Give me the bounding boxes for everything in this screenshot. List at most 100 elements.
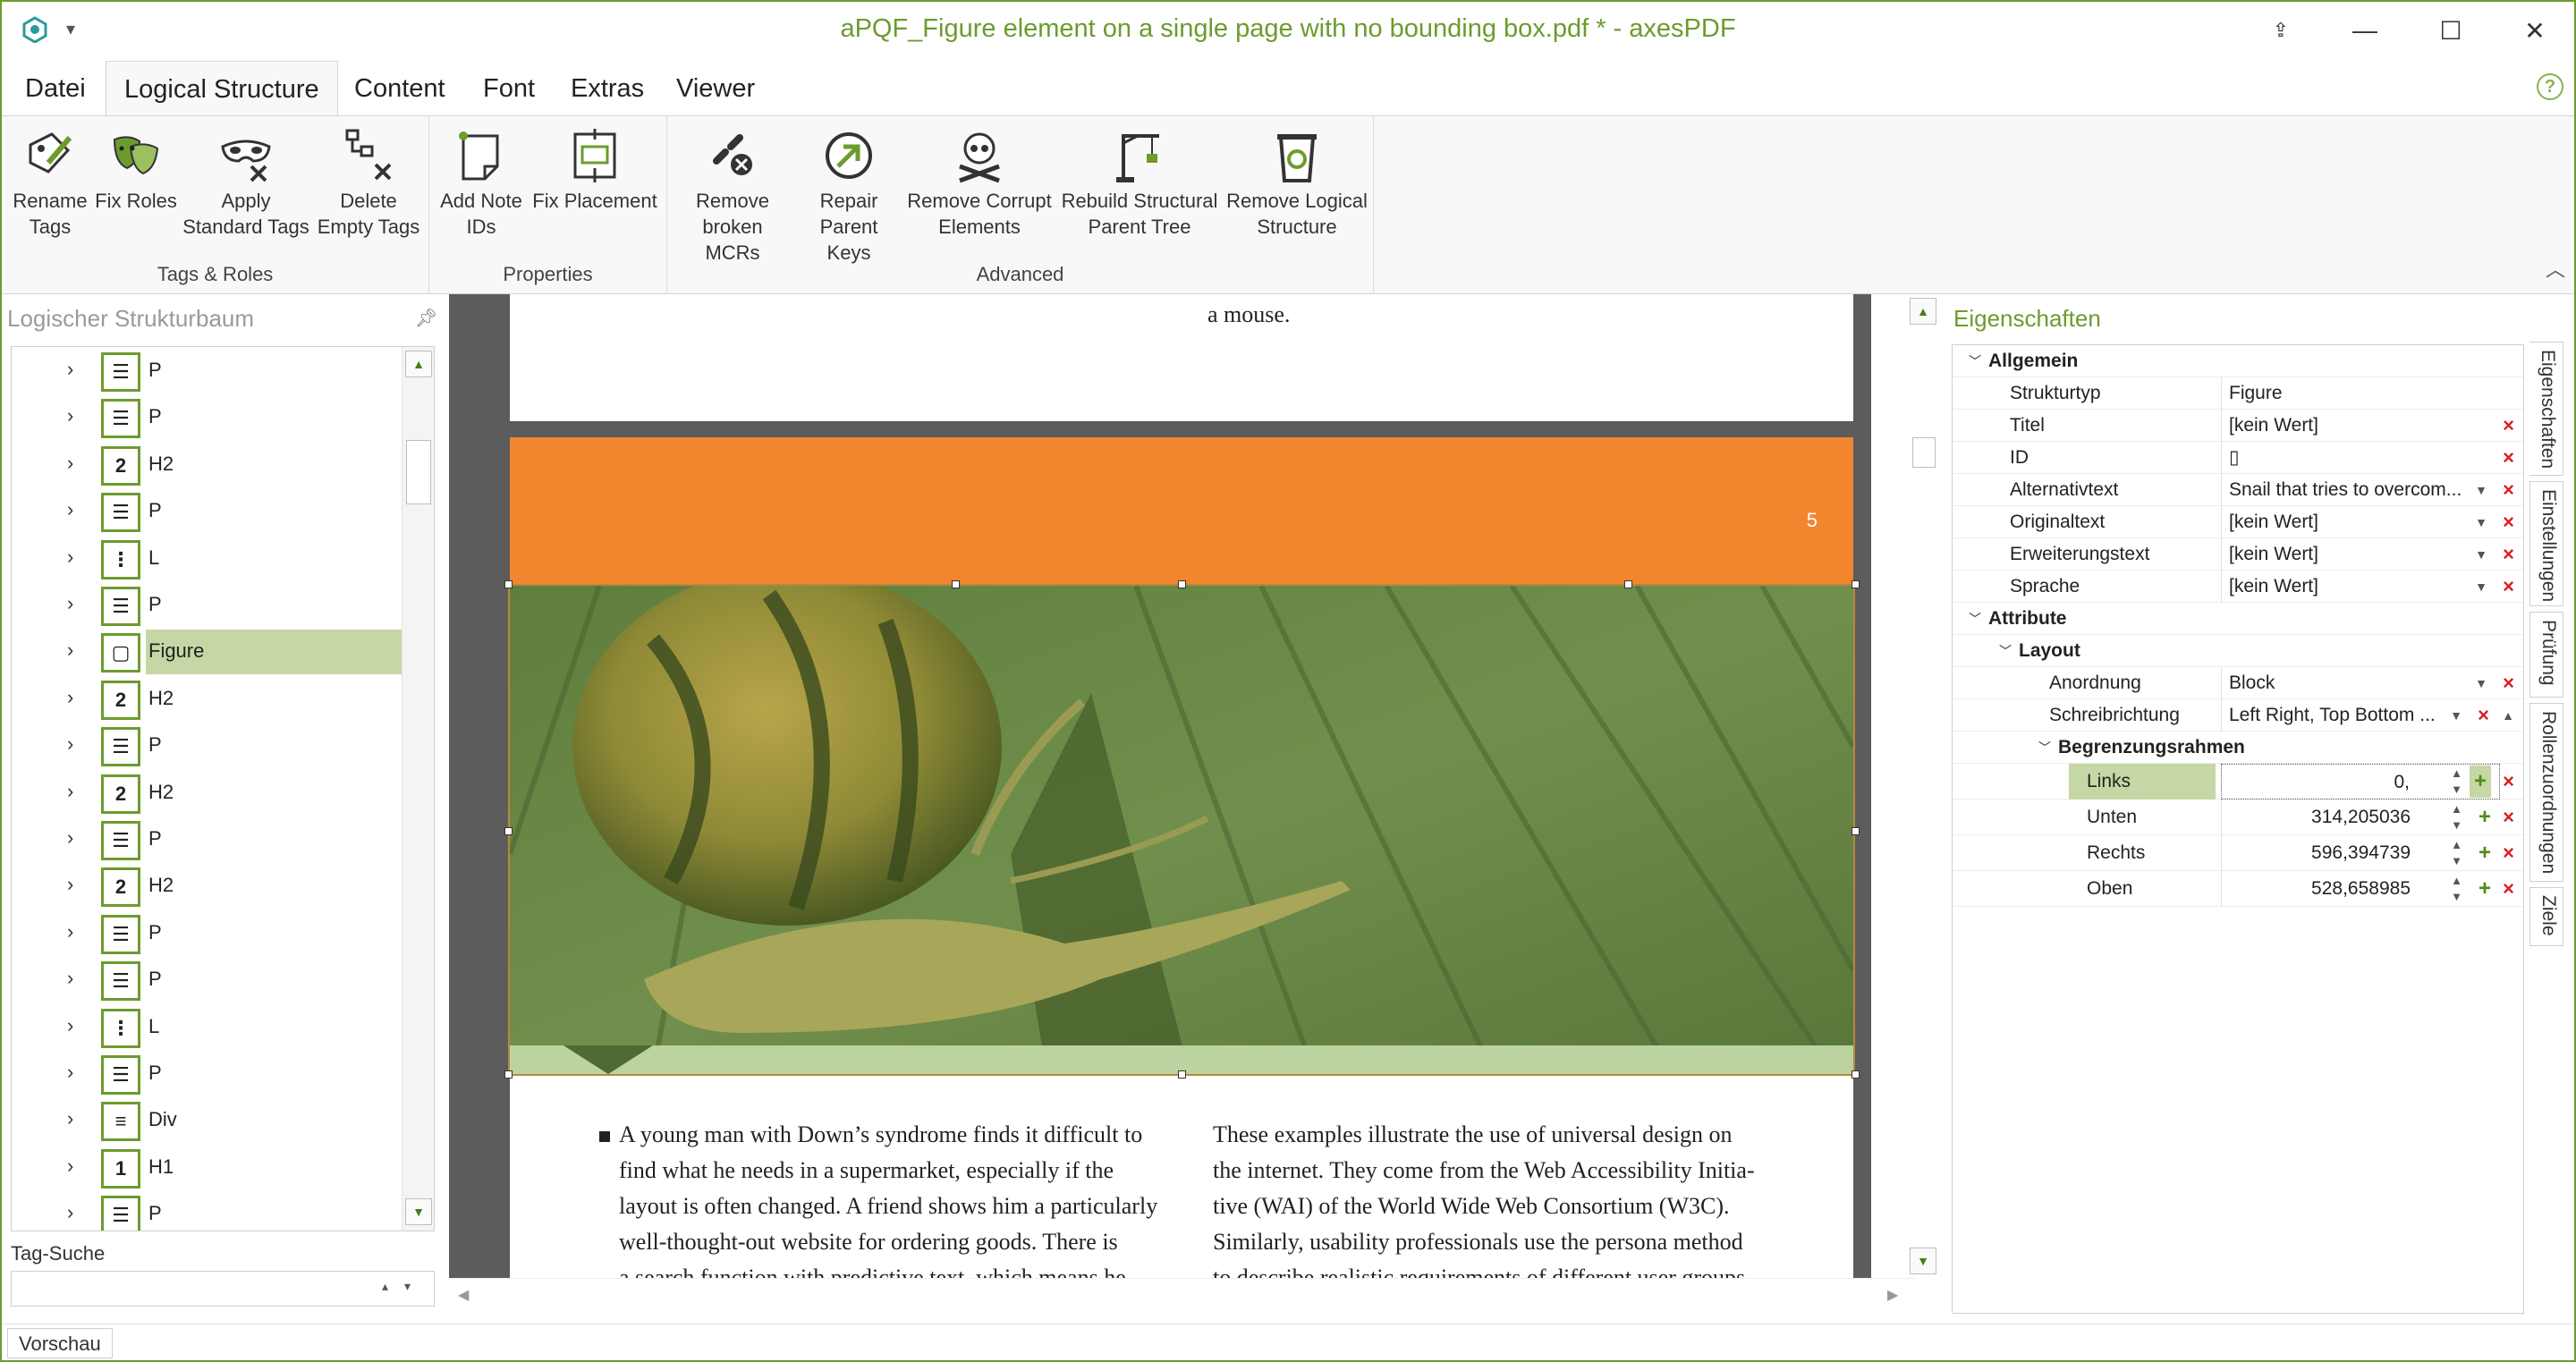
expand-chevron-icon[interactable]: › <box>67 452 73 475</box>
prop-value[interactable]: Snail that tries to overcom... <box>2221 474 2461 506</box>
scroll-thumb[interactable] <box>406 440 431 504</box>
rebuild-structural-parent-tree-button[interactable]: Rebuild Structural Parent Tree <box>1061 127 1218 240</box>
prop-row-originaltext[interactable]: Originaltext [kein Wert] ▼ × <box>1953 506 2523 538</box>
expand-chevron-icon[interactable]: › <box>67 920 73 943</box>
side-tab-ziele[interactable]: Ziele <box>2529 887 2563 946</box>
prop-row-oben[interactable]: Oben 528,658985 ▲ ▼ + × <box>1953 871 2523 907</box>
tree-node[interactable]: › ⋮ L <box>12 1003 405 1050</box>
tree-node[interactable]: › ☰ P <box>12 487 405 534</box>
delete-icon[interactable]: × <box>2503 474 2514 506</box>
chevron-down-icon[interactable]: ﹀ <box>1999 635 2012 667</box>
tag-search-input[interactable]: ▴▾ <box>11 1271 435 1307</box>
resize-handle[interactable] <box>1852 827 1860 835</box>
tree-node[interactable]: › 2 H2 <box>12 769 405 816</box>
delete-icon[interactable]: × <box>2503 442 2514 474</box>
section-bbox[interactable]: ﹀ Begrenzungsrahmen <box>1953 732 2523 764</box>
scroll-down-icon[interactable]: ▼ <box>405 1198 432 1225</box>
collapse-up-icon[interactable]: ▲ <box>2502 699 2514 732</box>
resize-handle[interactable] <box>504 1070 513 1079</box>
resize-handle[interactable] <box>952 580 960 588</box>
tree-node[interactable]: › ☰ P <box>12 722 405 768</box>
delete-icon[interactable]: × <box>2503 410 2514 442</box>
prop-row-rechts[interactable]: Rechts 596,394739 ▲ ▼ + × <box>1953 835 2523 871</box>
prop-value[interactable]: ▯ <box>2221 442 2500 474</box>
scroll-right-icon[interactable]: ▶ <box>1887 1286 1898 1304</box>
tree-node[interactable]: › ⋮ L <box>12 535 405 581</box>
resize-handle[interactable] <box>1178 580 1186 588</box>
expand-chevron-icon[interactable]: › <box>67 404 73 427</box>
prop-value[interactable]: Left Right, Top Bottom ... <box>2221 699 2436 732</box>
expand-chevron-icon[interactable]: › <box>67 498 73 521</box>
expand-chevron-icon[interactable]: › <box>67 358 73 381</box>
prop-row-erweiterungstext[interactable]: Erweiterungstext [kein Wert] ▼ × <box>1953 538 2523 571</box>
prop-value[interactable]: [kein Wert] <box>2221 506 2461 538</box>
fix-roles-button[interactable]: Fix Roles <box>95 127 177 214</box>
delete-icon[interactable]: × <box>2503 571 2514 603</box>
tree-scrollbar[interactable]: ▲ ▼ <box>402 347 434 1231</box>
search-nav-arrows-icon[interactable]: ▴▾ <box>382 1279 427 1294</box>
add-icon[interactable]: + <box>2470 766 2491 798</box>
help-icon[interactable]: ? <box>2537 73 2563 100</box>
scroll-up-icon[interactable]: ▲ <box>405 351 432 377</box>
figure-selection[interactable] <box>508 584 1855 1076</box>
expand-chevron-icon[interactable]: › <box>67 967 73 990</box>
resize-handle[interactable] <box>1178 1070 1186 1079</box>
dropdown-icon[interactable]: ▼ <box>2475 538 2487 571</box>
apply-standard-tags-button[interactable]: Apply Standard Tags <box>179 127 313 240</box>
expand-chevron-icon[interactable]: › <box>67 1014 73 1037</box>
prop-value[interactable]: Block <box>2221 667 2461 699</box>
delete-icon[interactable]: × <box>2503 799 2514 835</box>
chevron-down-icon[interactable]: ﹀ <box>1969 345 1981 377</box>
tree-node[interactable]: › ☰ P <box>12 816 405 862</box>
repair-parent-keys-button[interactable]: Repair Parent Keys <box>800 127 898 266</box>
tab-extras[interactable]: Extras <box>553 61 662 116</box>
tree-node[interactable]: › ▢ Figure <box>12 628 405 675</box>
dropdown-icon[interactable]: ▼ <box>2450 699 2462 732</box>
expand-chevron-icon[interactable]: › <box>67 1201 73 1224</box>
prop-row-alternativtext[interactable]: Alternativtext Snail that tries to overc… <box>1953 474 2523 506</box>
rename-tags-button[interactable]: Rename Tags <box>7 127 93 240</box>
tree-node[interactable]: › 1 H1 <box>12 1144 405 1190</box>
spinner-icon[interactable]: ▲ ▼ <box>2451 837 2462 869</box>
tab-datei[interactable]: Datei <box>7 61 104 116</box>
prop-row-titel[interactable]: Titel [kein Wert] × <box>1953 410 2523 442</box>
prop-row-anordnung[interactable]: Anordnung Block ▼ × <box>1953 667 2523 699</box>
viewer-vertical-scrollbar[interactable]: ▲ ▼ <box>1907 294 1939 1278</box>
document-canvas[interactable]: a mouse. 5 A young man with Down’s syndr… <box>449 294 1871 1278</box>
expand-chevron-icon[interactable]: › <box>67 592 73 615</box>
preview-tab[interactable]: Vorschau <box>7 1328 113 1358</box>
remove-corrupt-elements-button[interactable]: Remove Corrupt Elements <box>903 127 1055 240</box>
tree-node[interactable]: › 2 H2 <box>12 675 405 722</box>
expand-chevron-icon[interactable]: › <box>67 873 73 896</box>
tree-node[interactable]: › ☰ P <box>12 1190 405 1231</box>
section-general[interactable]: ﹀ Allgemein <box>1953 345 2523 377</box>
dropdown-icon[interactable]: ▼ <box>2475 571 2487 603</box>
tree-node[interactable]: › ☰ P <box>12 956 405 1002</box>
tree-node[interactable]: › ☰ P <box>12 393 405 440</box>
tab-content[interactable]: Content <box>336 61 463 116</box>
maximize-button[interactable]: ☐ <box>2431 13 2470 48</box>
section-attributes[interactable]: ﹀ Attribute <box>1953 603 2523 635</box>
delete-icon[interactable]: × <box>2478 699 2489 732</box>
tree-node[interactable]: › 2 H2 <box>12 862 405 909</box>
prop-value[interactable]: Figure <box>2221 377 2500 410</box>
prop-row-links[interactable]: Links 0, ▲ ▼ + × <box>1953 764 2523 799</box>
delete-icon[interactable]: × <box>2503 506 2514 538</box>
close-button[interactable]: ✕ <box>2515 13 2555 48</box>
tree-node[interactable]: › ☰ P <box>12 581 405 628</box>
tab-logical-structure[interactable]: Logical Structure <box>106 61 338 116</box>
scroll-down-icon[interactable]: ▼ <box>1910 1248 1936 1274</box>
expand-chevron-icon[interactable]: › <box>67 826 73 850</box>
pin-icon[interactable]: 📌︎ <box>415 307 437 329</box>
chevron-down-icon[interactable]: ﹀ <box>2038 732 2051 764</box>
add-icon[interactable]: + <box>2479 871 2491 907</box>
resize-handle[interactable] <box>1852 1070 1860 1079</box>
expand-chevron-icon[interactable]: › <box>67 1061 73 1084</box>
tree-node[interactable]: › ≡ Div <box>12 1096 405 1143</box>
tab-font[interactable]: Font <box>465 61 553 116</box>
fix-placement-button[interactable]: Fix Placement <box>528 127 662 214</box>
expand-chevron-icon[interactable]: › <box>67 639 73 662</box>
spinner-icon[interactable]: ▲ ▼ <box>2451 766 2462 798</box>
section-layout[interactable]: ﹀ Layout <box>1953 635 2523 667</box>
delete-icon[interactable]: × <box>2503 764 2514 799</box>
